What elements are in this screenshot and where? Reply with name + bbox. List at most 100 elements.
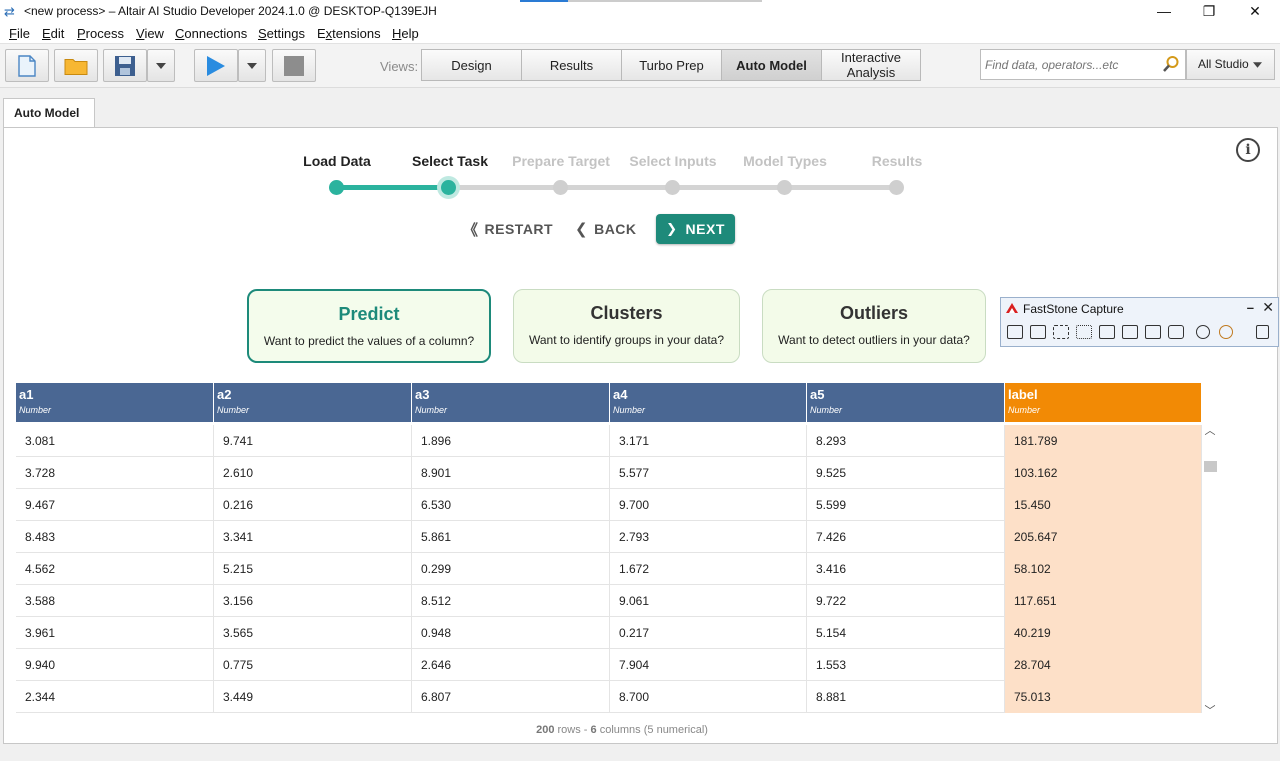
menu-file[interactable]: File [9,26,30,41]
capture-window-icon[interactable] [1030,325,1046,339]
cell-a1: 2.344 [16,681,214,713]
column-type: Number [19,405,52,415]
settings-icon[interactable] [1256,325,1269,339]
menu-view[interactable]: View [136,26,164,41]
column-header-label[interactable]: label Number [1005,383,1202,422]
task-card-outliers[interactable]: Outliers Want to detect outliers in your… [762,289,986,363]
capture-open-icon[interactable] [1007,325,1023,339]
capture-freehand-icon[interactable] [1076,325,1092,339]
row-count-footer: 200 rows - 6 columns (5 numerical) [0,724,1244,736]
cell-a4: 9.061 [610,585,807,617]
tab-design[interactable]: Design [421,49,522,81]
chevron-down-icon [156,62,166,69]
column-name: a2 [217,387,232,402]
stop-icon [284,55,304,76]
cell-a3: 8.512 [412,585,610,617]
info-icon[interactable]: i [1236,138,1260,162]
task-desc: Want to identify groups in your data? [529,333,724,347]
task-card-predict[interactable]: Predict Want to predict the values of a … [247,289,491,363]
maximize-button[interactable]: ❐ [1186,0,1232,24]
cell-a1: 9.467 [16,489,214,521]
cell-a4: 3.171 [610,425,807,457]
step-load-data[interactable]: Load Data [282,153,392,169]
restart-button[interactable]: 《 RESTART [463,214,553,244]
menu-process[interactable]: Process [77,26,124,41]
tab-turbo-prep[interactable]: Turbo Prep [621,49,722,81]
open-button[interactable] [54,49,98,82]
close-button[interactable]: ✕ [1232,0,1278,24]
cell-a4: 8.700 [610,681,807,713]
run-dropdown-button[interactable] [238,49,266,82]
step-dot-select-task[interactable] [441,180,456,195]
cell-label: 75.013 [1005,681,1202,713]
column-header-a2[interactable]: a2 Number [214,383,412,422]
next-label: NEXT [685,221,725,237]
column-header-a4[interactable]: a4 Number [610,383,807,422]
search-box[interactable] [980,49,1186,80]
menu-help[interactable]: Help [392,26,419,41]
menu-extensions[interactable]: Extensions [317,26,381,41]
faststone-close-button[interactable]: ✕ [1262,299,1274,316]
search-input[interactable] [985,56,1155,74]
output-palette-icon[interactable] [1219,325,1233,339]
scroll-down-icon[interactable]: ﹀ [1203,704,1217,718]
faststone-minimize-button[interactable]: – [1247,300,1254,315]
search-icon[interactable] [1162,55,1180,73]
faststone-capture-window[interactable]: FastStone Capture – ✕ [1000,297,1279,347]
back-label: BACK [594,221,637,237]
cell-a3: 5.861 [412,521,610,553]
cell-a5: 8.881 [807,681,1005,713]
cell-a1: 3.588 [16,585,214,617]
studio-select-value: All Studio [1198,57,1249,71]
table-row[interactable]: 2.344 3.449 6.807 8.700 8.881 75.013 [16,681,1202,713]
panel-tab-auto-model[interactable]: Auto Model [3,98,95,128]
table-row[interactable]: 4.562 5.215 0.299 1.672 3.416 58.102 [16,553,1202,585]
faststone-title: FastStone Capture [1023,302,1124,316]
task-card-clusters[interactable]: Clusters Want to identify groups in your… [513,289,740,363]
scrollbar-thumb[interactable] [1204,461,1217,472]
capture-scrolling-icon[interactable] [1122,325,1138,339]
menu-edit[interactable]: Edit [42,26,64,41]
delay-timer-icon[interactable] [1196,325,1210,339]
run-button[interactable] [194,49,238,82]
next-button[interactable]: ❯ NEXT [656,214,735,244]
tab-auto-model[interactable]: Auto Model [721,49,822,81]
scroll-up-icon[interactable]: ︿ [1203,424,1217,438]
stop-button[interactable] [272,49,316,82]
studio-select[interactable]: All Studio [1186,49,1275,80]
tab-interactive-analysis[interactable]: Interactive Analysis [821,49,921,81]
table-row[interactable]: 3.961 3.565 0.948 0.217 5.154 40.219 [16,617,1202,649]
restart-label: RESTART [484,221,554,237]
step-select-task[interactable]: Select Task [395,153,505,169]
back-button[interactable]: ❮ BACK [575,214,637,244]
cell-a4: 2.793 [610,521,807,553]
cell-label: 28.704 [1005,649,1202,681]
step-dot-select-inputs [665,180,680,195]
chevron-right-icon: ❯ [666,221,678,236]
capture-rectangle-icon[interactable] [1053,325,1069,339]
minimize-button[interactable]: — [1141,0,1187,24]
menu-settings[interactable]: Settings [258,26,305,41]
menu-connections[interactable]: Connections [175,26,247,41]
save-dropdown-button[interactable] [147,49,175,82]
table-row[interactable]: 9.940 0.775 2.646 7.904 1.553 28.704 [16,649,1202,681]
column-header-a1[interactable]: a1 Number [16,383,214,422]
task-desc: Want to detect outliers in your data? [778,333,970,347]
new-process-button[interactable] [5,49,49,82]
save-button[interactable] [103,49,147,82]
table-row[interactable]: 9.467 0.216 6.530 9.700 5.599 15.450 [16,489,1202,521]
table-row[interactable]: 8.483 3.341 5.861 2.793 7.426 205.647 [16,521,1202,553]
screen-recorder-icon[interactable] [1168,325,1184,339]
column-header-a3[interactable]: a3 Number [412,383,610,422]
step-dot-load-data[interactable] [329,180,344,195]
column-type: Number [810,405,843,415]
column-header-a5[interactable]: a5 Number [807,383,1005,422]
tab-results[interactable]: Results [521,49,622,81]
capture-fullscreen-icon[interactable] [1099,325,1115,339]
capture-fixed-region-icon[interactable] [1145,325,1161,339]
table-row[interactable]: 3.081 9.741 1.896 3.171 8.293 181.789 [16,425,1202,457]
step-model-types: Model Types [743,153,827,169]
cell-a5: 9.525 [807,457,1005,489]
table-row[interactable]: 3.588 3.156 8.512 9.061 9.722 117.651 [16,585,1202,617]
table-row[interactable]: 3.728 2.610 8.901 5.577 9.525 103.162 [16,457,1202,489]
